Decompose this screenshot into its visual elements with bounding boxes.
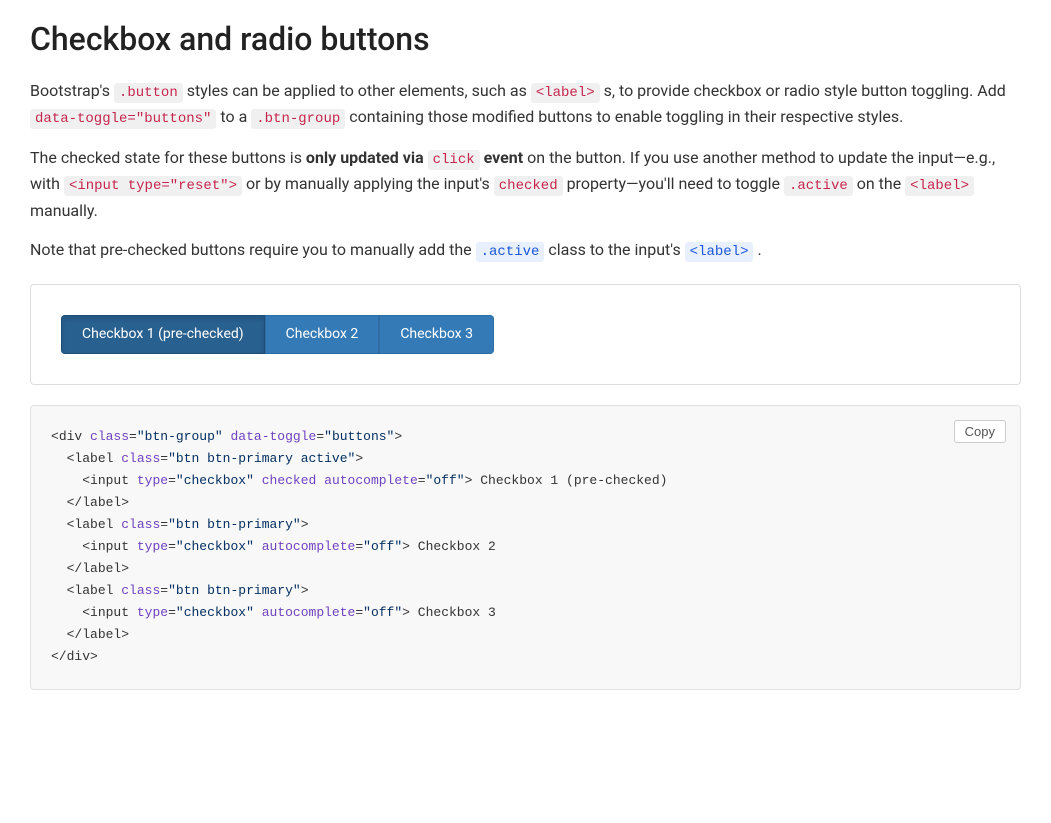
- paragraph-2: The checked state for these buttons is o…: [30, 145, 1021, 223]
- p3-end: .: [757, 240, 761, 259]
- code-data-toggle: data-toggle="buttons": [30, 109, 216, 129]
- page-title: Checkbox and radio buttons: [30, 20, 1021, 58]
- code-label-3: <label>: [685, 242, 754, 262]
- code-line-3: <input type="checkbox" checked autocompl…: [51, 470, 1000, 492]
- checkbox-btn-1[interactable]: Checkbox 1 (pre-checked): [61, 315, 265, 354]
- checkbox-btn-group: Checkbox 1 (pre-checked) Checkbox 2 Chec…: [61, 315, 494, 354]
- p2-middle: or by manually applying the input's: [246, 174, 490, 193]
- code-line-5: <label class="btn btn-primary">: [51, 514, 1000, 536]
- p1-before: Bootstrap's: [30, 81, 110, 100]
- code-checked: checked: [494, 176, 563, 196]
- copy-button[interactable]: Copy: [954, 420, 1006, 443]
- code-line-1: <div class="btn-group" data-toggle="butt…: [51, 426, 1000, 448]
- demo-box: Checkbox 1 (pre-checked) Checkbox 2 Chec…: [30, 284, 1021, 385]
- code-line-6: <input type="checkbox" autocomplete="off…: [51, 536, 1000, 558]
- code-line-10: </label>: [51, 624, 1000, 646]
- code-btn-group: .btn-group: [251, 109, 345, 129]
- code-line-7: </label>: [51, 558, 1000, 580]
- paragraph-1: Bootstrap's .button styles can be applie…: [30, 78, 1021, 131]
- code-button: .button: [114, 83, 183, 103]
- code-label-2: <label>: [905, 176, 974, 196]
- p2-before: The checked state for these buttons is: [30, 148, 302, 167]
- code-active-1: .active: [784, 176, 853, 196]
- code-line-4: </label>: [51, 492, 1000, 514]
- checkbox-btn-3[interactable]: Checkbox 3: [379, 315, 494, 354]
- p2-last: manually.: [30, 201, 98, 220]
- code-input-reset: <input type="reset">: [64, 176, 242, 196]
- p1-end: containing those modified buttons to ena…: [349, 107, 903, 126]
- p2-event: event: [484, 148, 524, 167]
- p2-end: property—you'll need to toggle: [567, 174, 780, 193]
- p2-on-the: on the: [857, 174, 901, 193]
- code-block: Copy <div class="btn-group" data-toggle=…: [30, 405, 1021, 690]
- p2-strong: only updated via: [306, 148, 424, 167]
- code-label-1: <label>: [531, 83, 600, 103]
- p1-to-a: to a: [220, 107, 247, 126]
- p3-middle: class to the input's: [548, 240, 680, 259]
- code-line-8: <label class="btn btn-primary">: [51, 580, 1000, 602]
- code-click: click: [428, 150, 480, 170]
- p1-middle: styles can be applied to other elements,…: [187, 81, 527, 100]
- code-line-2: <label class="btn btn-primary active">: [51, 448, 1000, 470]
- checkbox-btn-2[interactable]: Checkbox 2: [265, 315, 380, 354]
- paragraph-3: Note that pre-checked buttons require yo…: [30, 237, 1021, 263]
- code-line-11: </div>: [51, 646, 1000, 668]
- p3-before: Note that pre-checked buttons require yo…: [30, 240, 472, 259]
- code-active-2: .active: [476, 242, 545, 262]
- p1-after: s, to provide checkbox or radio style bu…: [604, 81, 1006, 100]
- code-line-9: <input type="checkbox" autocomplete="off…: [51, 602, 1000, 624]
